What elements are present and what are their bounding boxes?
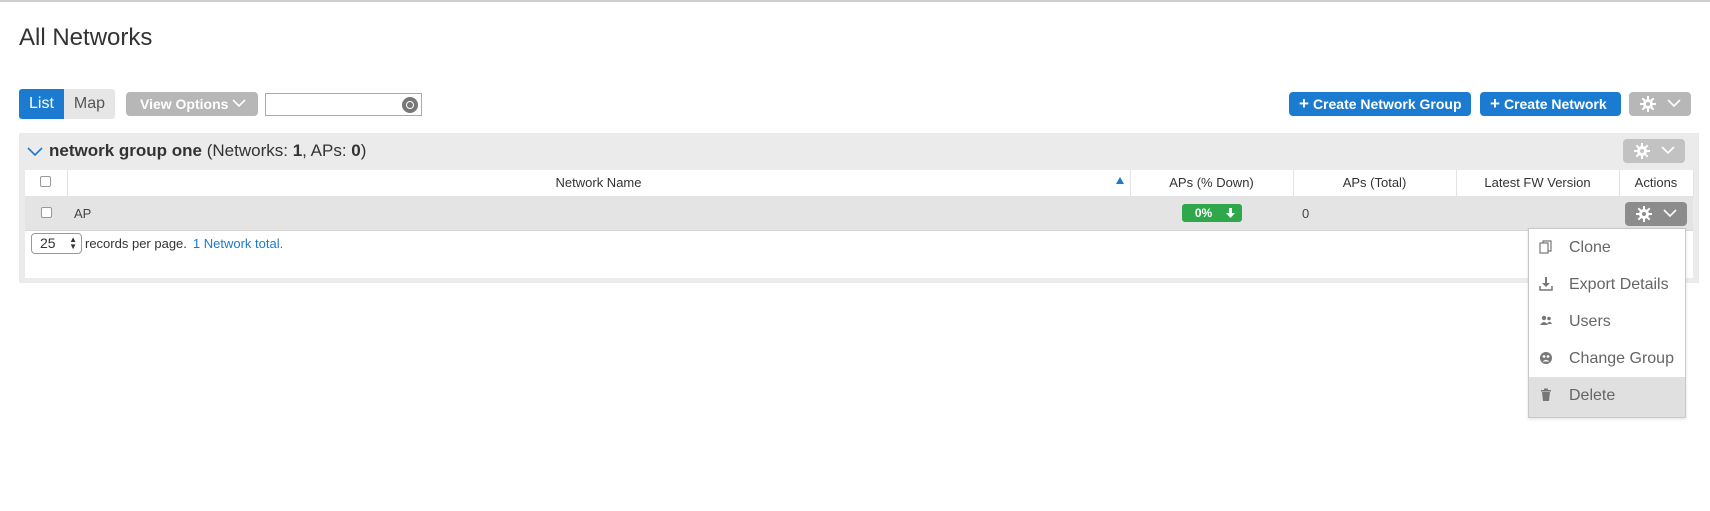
gear-icon bbox=[1636, 205, 1652, 222]
records-per-page-label: records per page. bbox=[85, 236, 187, 251]
chevron-down-icon bbox=[1663, 208, 1677, 217]
gear-icon bbox=[1640, 96, 1656, 112]
aps-down-cell: 0% bbox=[1130, 196, 1293, 231]
chevron-down-icon[interactable] bbox=[27, 146, 43, 157]
search-input[interactable] bbox=[266, 94, 396, 115]
aps-down-badge: 0% bbox=[1181, 204, 1242, 222]
plus-icon: + bbox=[1299, 94, 1309, 113]
arrow-down-icon bbox=[1225, 208, 1235, 218]
gear-icon bbox=[1634, 143, 1650, 159]
actions-cell bbox=[1619, 196, 1693, 231]
column-network-name[interactable]: Network Name bbox=[67, 170, 1131, 197]
column-label: APs (% Down) bbox=[1169, 175, 1254, 191]
table-header-row: Network Name APs (% Down) APs (Total) La… bbox=[25, 170, 1694, 197]
network-name-cell[interactable]: AP bbox=[67, 196, 1130, 231]
column-aps-down[interactable]: APs (% Down) bbox=[1130, 170, 1294, 197]
group-meta-open: (Networks: bbox=[202, 141, 293, 160]
map-view-button[interactable]: Map bbox=[63, 89, 116, 119]
view-options-button[interactable]: View Options bbox=[126, 92, 258, 116]
group-aps-count: 0 bbox=[351, 141, 361, 160]
sort-ascending-icon bbox=[1115, 177, 1124, 184]
group-name: network group one bbox=[49, 141, 202, 160]
column-aps-total[interactable]: APs (Total) bbox=[1293, 170, 1457, 197]
trash-icon bbox=[1541, 388, 1551, 401]
column-label: APs (Total) bbox=[1342, 175, 1407, 191]
menu-item-export-details[interactable]: Export Details bbox=[1529, 266, 1685, 304]
list-view-button[interactable]: List bbox=[19, 89, 64, 119]
menu-item-label: Export Details bbox=[1569, 276, 1669, 293]
aps-total-cell: 0 bbox=[1293, 196, 1456, 231]
network-total: 1 Network total. bbox=[192, 236, 284, 251]
fw-version-cell bbox=[1456, 196, 1619, 231]
users-icon bbox=[1540, 315, 1552, 325]
menu-item-label: Delete bbox=[1569, 387, 1616, 404]
group-networks-count: 1 bbox=[292, 141, 303, 160]
select-all-checkbox[interactable] bbox=[40, 176, 52, 188]
create-network-button[interactable]: + Create Network bbox=[1480, 92, 1621, 116]
group-meta-mid: , APs: bbox=[302, 141, 352, 160]
search-icon[interactable] bbox=[402, 97, 418, 113]
row-actions-button[interactable] bbox=[1625, 201, 1687, 226]
create-network-label: Create Network bbox=[1503, 96, 1607, 112]
clone-icon bbox=[1539, 240, 1552, 254]
row-checkbox[interactable] bbox=[40, 206, 52, 218]
table-row[interactable]: AP 0% 0 bbox=[25, 196, 1693, 231]
row-select-cell bbox=[25, 196, 67, 231]
records-per-page-select[interactable]: 25 ▲ ▼ bbox=[31, 233, 82, 254]
plus-icon: + bbox=[1490, 94, 1500, 113]
chevron-down-icon bbox=[232, 99, 246, 108]
table-footer: 25 ▲ ▼ records per page. 1 Network total. bbox=[31, 233, 283, 261]
aps-down-value: 0% bbox=[1194, 206, 1213, 220]
menu-item-label: Clone bbox=[1569, 239, 1611, 256]
group-header: network group one (Networks: 1, APs: 0) bbox=[27, 141, 366, 161]
row-actions-menu: Clone Export Details Users Change Group … bbox=[1528, 228, 1686, 418]
column-label: Actions bbox=[1634, 175, 1678, 191]
records-per-page-value: 25 bbox=[40, 235, 56, 251]
create-network-group-button[interactable]: + Create Network Group bbox=[1289, 92, 1471, 116]
group-meta-close: ) bbox=[360, 141, 367, 160]
search-field bbox=[265, 93, 422, 116]
download-icon bbox=[1539, 277, 1553, 291]
menu-item-label: Change Group bbox=[1569, 350, 1674, 367]
view-toggle: List Map bbox=[19, 89, 116, 119]
network-group-panel: network group one (Networks: 1, APs: 0) bbox=[19, 133, 1699, 283]
change-group-icon bbox=[1540, 352, 1552, 364]
menu-item-users[interactable]: Users bbox=[1529, 303, 1685, 341]
create-network-group-label: Create Network Group bbox=[1312, 96, 1462, 112]
group-settings-button[interactable] bbox=[1623, 139, 1685, 163]
select-all-cell bbox=[25, 170, 68, 197]
column-label: Network Name bbox=[555, 175, 642, 191]
chevron-down-icon bbox=[1667, 99, 1681, 108]
menu-item-clone[interactable]: Clone bbox=[1529, 229, 1685, 267]
page-title: All Networks bbox=[19, 24, 153, 51]
view-options-label: View Options bbox=[140, 96, 229, 112]
menu-item-label: Users bbox=[1569, 313, 1611, 330]
page-settings-button[interactable] bbox=[1629, 92, 1691, 116]
column-label: Latest FW Version bbox=[1484, 175, 1591, 191]
column-fw-version[interactable]: Latest FW Version bbox=[1456, 170, 1620, 197]
spinner-arrows-icon: ▲ ▼ bbox=[69, 235, 77, 251]
top-border bbox=[0, 0, 1710, 2]
menu-item-delete[interactable]: Delete bbox=[1529, 377, 1685, 417]
column-actions: Actions bbox=[1619, 170, 1694, 197]
menu-item-change-group[interactable]: Change Group bbox=[1529, 340, 1685, 378]
networks-table: Network Name APs (% Down) APs (Total) La… bbox=[25, 170, 1694, 278]
chevron-down-icon bbox=[1661, 146, 1675, 155]
